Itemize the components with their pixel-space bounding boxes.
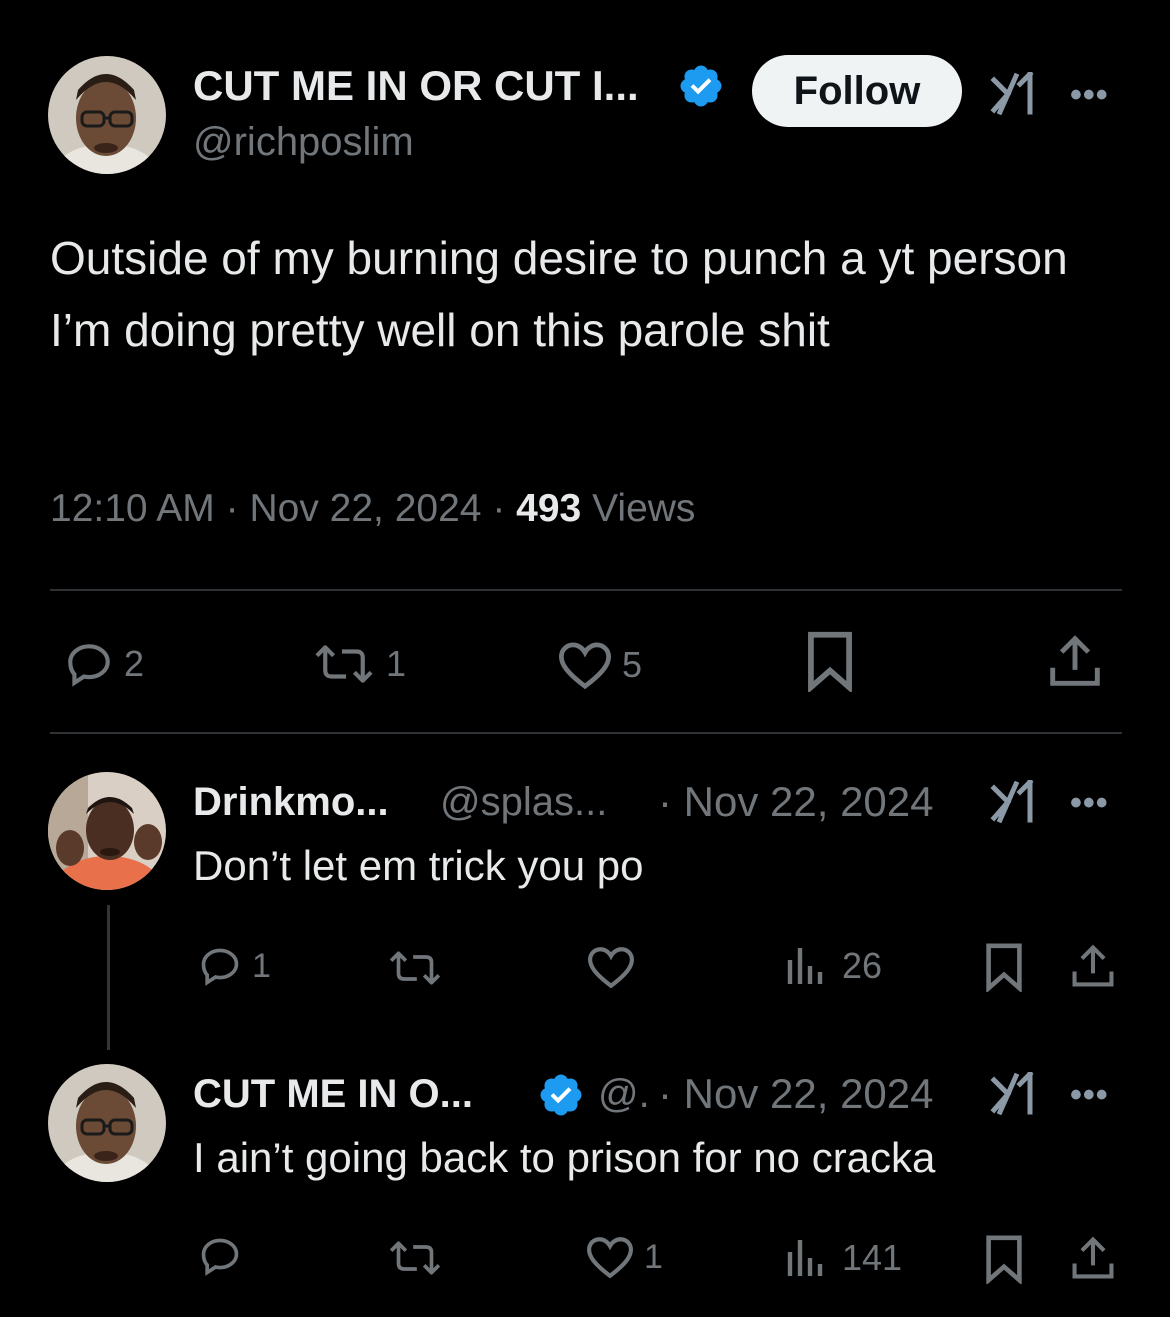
reply-count: 2 — [124, 643, 145, 684]
repost-icon — [389, 1241, 441, 1275]
reply-handle[interactable]: @splas... — [440, 780, 607, 825]
author-handle[interactable]: @richposlim — [193, 120, 414, 165]
views-count: 141 — [842, 1237, 903, 1278]
tweet-date[interactable]: Nov 22, 2024 — [249, 487, 481, 530]
reply-avatar-image — [48, 772, 166, 890]
like-count: 5 — [622, 644, 643, 685]
views-button[interactable]: 26 — [784, 944, 882, 988]
like-button[interactable] — [585, 944, 637, 990]
share-button[interactable] — [1070, 942, 1116, 990]
grok-icon[interactable] — [990, 1070, 1038, 1121]
repost-icon — [315, 645, 373, 683]
reply-button[interactable]: 1 — [196, 944, 271, 988]
like-icon — [586, 1237, 634, 1279]
repost-count: 1 — [386, 643, 407, 684]
meta-separator: · — [492, 487, 506, 530]
reply-button[interactable] — [196, 1234, 244, 1278]
share-icon — [1072, 944, 1114, 987]
reply-icon — [201, 1238, 239, 1276]
views-button[interactable]: 141 — [784, 1236, 902, 1280]
reply-handle[interactable]: @. — [598, 1072, 650, 1117]
author-avatar[interactable] — [48, 56, 166, 174]
share-button[interactable] — [1070, 1234, 1116, 1282]
verified-badge-icon — [677, 62, 725, 110]
reply-display-name[interactable]: Drinkmo... — [193, 780, 389, 825]
reply-avatar[interactable] — [48, 1064, 166, 1182]
bookmark-button[interactable] — [806, 630, 854, 692]
share-icon — [1050, 635, 1100, 686]
reply-icon — [201, 948, 239, 986]
verified-badge-icon — [537, 1071, 585, 1119]
more-icon[interactable]: ••• — [1070, 1078, 1109, 1112]
author-display-name[interactable]: CUT ME IN OR CUT I... — [193, 62, 639, 110]
divider — [50, 589, 1122, 591]
thread-line — [107, 905, 110, 1050]
repost-button[interactable] — [385, 946, 445, 990]
bookmark-button[interactable] — [984, 942, 1024, 992]
share-icon — [1072, 1236, 1114, 1279]
repost-button[interactable]: 1 — [310, 639, 406, 689]
views-icon — [787, 948, 823, 984]
tweet-text: Outside of my burning desire to punch a … — [50, 232, 1068, 356]
reply-avatar-image — [48, 1064, 166, 1182]
bookmark-icon — [986, 1235, 1022, 1284]
views-label: Views — [592, 487, 696, 530]
tweet-meta: 12:10 AM · Nov 22, 2024 · 493 Views — [50, 487, 695, 531]
more-icon[interactable]: ••• — [1070, 78, 1109, 112]
views-count: 493 — [516, 487, 582, 530]
like-button[interactable]: 1 — [584, 1234, 663, 1280]
reply-count: 1 — [252, 946, 271, 985]
views-icon — [787, 1240, 823, 1276]
grok-icon[interactable] — [990, 778, 1038, 829]
views-count: 26 — [842, 945, 883, 986]
bookmark-icon — [986, 943, 1022, 992]
divider — [50, 732, 1122, 734]
repost-icon — [389, 951, 441, 985]
share-button[interactable] — [1048, 632, 1102, 690]
follow-button[interactable]: Follow — [752, 55, 962, 127]
like-icon — [587, 947, 635, 989]
reply-avatar[interactable] — [48, 772, 166, 890]
tweet-time[interactable]: 12:10 AM — [50, 487, 215, 530]
reply-button[interactable]: 2 — [62, 639, 144, 689]
like-count: 1 — [644, 1237, 663, 1276]
meta-separator: · — [225, 487, 239, 530]
bookmark-button[interactable] — [984, 1234, 1024, 1284]
reply-date[interactable]: · Nov 22, 2024 — [658, 1070, 934, 1118]
reply-text: Don’t let em trick you po — [193, 842, 644, 889]
reply-text: I ain’t going back to prison for no crac… — [193, 1134, 936, 1181]
reply-date[interactable]: · Nov 22, 2024 — [658, 778, 934, 826]
more-icon[interactable]: ••• — [1070, 786, 1109, 820]
bookmark-icon — [808, 631, 852, 692]
like-button[interactable]: 5 — [556, 639, 642, 691]
grok-icon[interactable] — [990, 70, 1038, 121]
reply-display-name[interactable]: CUT ME IN O... — [193, 1072, 473, 1117]
repost-button[interactable] — [385, 1236, 445, 1280]
reply-icon — [68, 644, 110, 687]
like-icon — [558, 642, 612, 690]
author-avatar-image — [48, 56, 166, 174]
